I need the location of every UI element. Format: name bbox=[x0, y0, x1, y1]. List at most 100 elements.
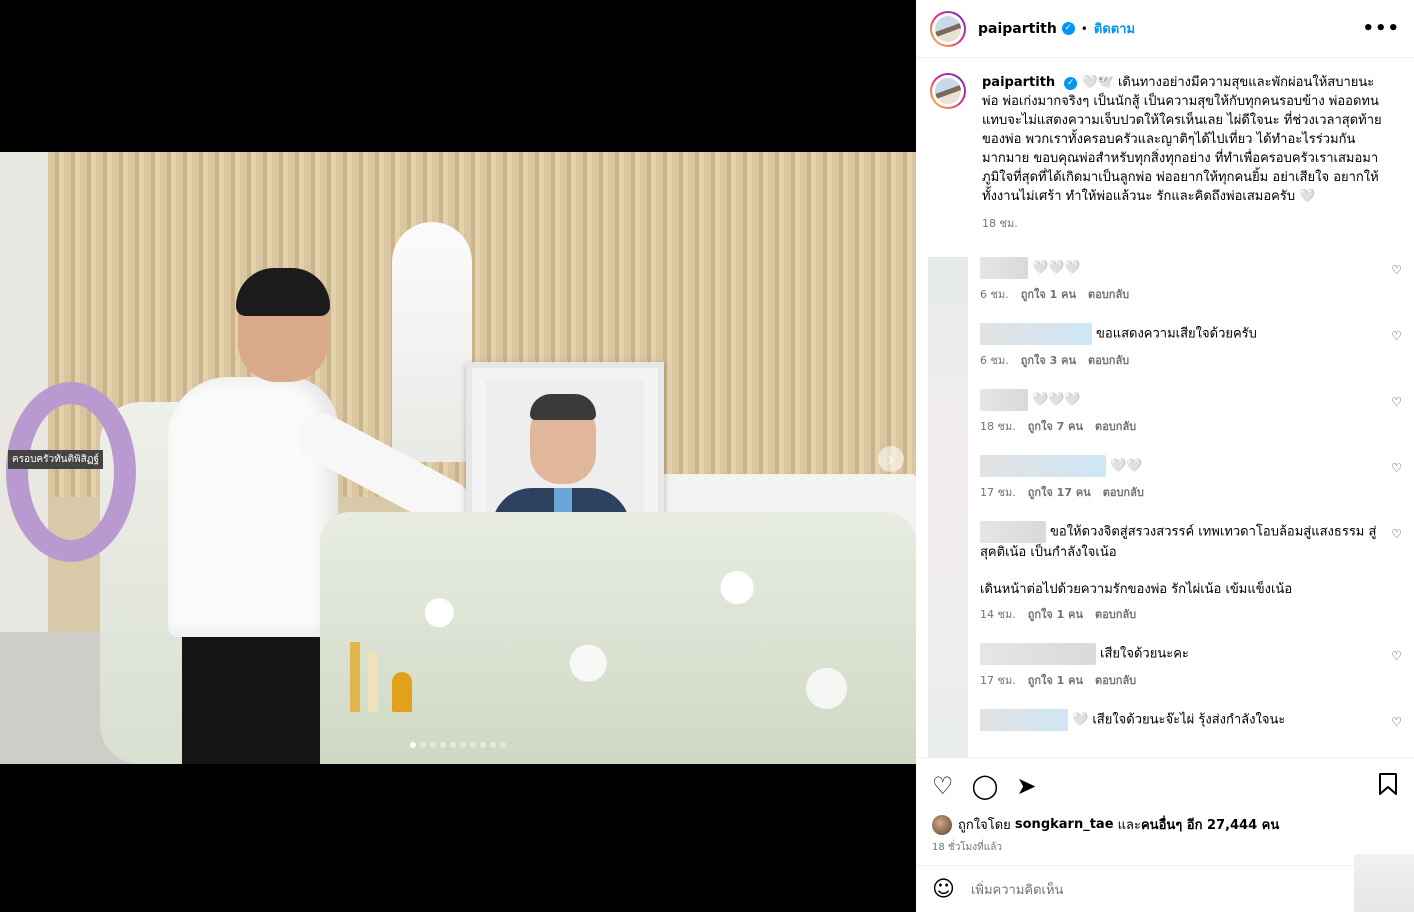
author-avatar[interactable] bbox=[930, 11, 966, 47]
blurred-username bbox=[980, 709, 1068, 731]
comment-likes[interactable]: ถูกใจ 3 คน bbox=[1021, 354, 1076, 367]
comment-like-heart-icon[interactable]: ♡ bbox=[1391, 461, 1402, 475]
comment-like-heart-icon[interactable]: ♡ bbox=[1391, 715, 1402, 729]
heart-icon[interactable]: ♡ bbox=[932, 774, 954, 798]
next-image-button[interactable]: › bbox=[878, 446, 904, 472]
likes-others[interactable]: คนอื่นๆ อีก 27,444 คน bbox=[1141, 814, 1279, 835]
comment-item: 🤍🤍 17 ชม. ถูกใจ 17 คน ตอบกลับ ♡ bbox=[916, 455, 1414, 501]
post-time[interactable]: 18 ชั่วโมงที่แล้ว bbox=[932, 840, 1002, 855]
comment-text-second: เดินหน้าต่อไปด้วยความรักของพ่อ รักไผ่เน้… bbox=[980, 582, 1293, 597]
likes-prefix: ถูกใจโดย bbox=[958, 818, 1011, 833]
share-icon[interactable]: ➤ bbox=[1016, 774, 1036, 798]
emoji-icon[interactable]: ☺ bbox=[932, 877, 955, 902]
comment-item: ขอให้ดวงจิตสู่สรวงสวรรค์ เทพเทวดาโอบล้อม… bbox=[916, 521, 1414, 623]
comment-like-heart-icon[interactable]: ♡ bbox=[1391, 263, 1402, 277]
comment-item: 🤍🤍🤍 18 ชม. ถูกใจ 7 คน ตอบกลับ ♡ bbox=[916, 389, 1414, 435]
flower-wreath bbox=[6, 382, 136, 562]
comment-time: 6 ชม. bbox=[980, 354, 1009, 367]
carousel-dot bbox=[440, 742, 446, 748]
carousel-dot bbox=[430, 742, 436, 748]
comment-text: 🤍🤍 bbox=[1110, 458, 1143, 474]
comment-like-heart-icon[interactable]: ♡ bbox=[1391, 649, 1402, 663]
carousel-dot bbox=[490, 742, 496, 748]
post-caption: paipartith ✓ 🤍🕊️ เดินทางอย่างมีความสุขแล… bbox=[916, 59, 1414, 233]
comment-text: เสียใจด้วยนะคะ bbox=[1100, 646, 1189, 662]
carousel-dot bbox=[480, 742, 486, 748]
comment-likes[interactable]: ถูกใจ 1 คน bbox=[1028, 608, 1083, 621]
caption-text: 🤍🕊️ เดินทางอย่างมีความสุขและพักผ่อนให้สบ… bbox=[982, 75, 1382, 204]
author-username[interactable]: paipartith bbox=[978, 21, 1057, 37]
comment-text: 🤍🤍🤍 bbox=[1032, 260, 1081, 276]
comment-list: 🤍🤍🤍 6 ชม. ถูกใจ 1 คน ตอบกลับ ♡ ขอแสดงความเ… bbox=[916, 257, 1414, 757]
comment-likes[interactable]: ถูกใจ 1 คน bbox=[1028, 674, 1083, 687]
more-options-icon[interactable]: ••• bbox=[1362, 18, 1400, 39]
action-bar: ♡ ◯ ➤ bbox=[916, 757, 1414, 813]
blurred-username bbox=[980, 455, 1106, 477]
blurred-username bbox=[980, 643, 1096, 665]
blurred-username bbox=[980, 521, 1046, 543]
add-comment-input[interactable]: เพิ่มความคิดเห็น bbox=[971, 879, 1064, 900]
reply-button[interactable]: ตอบกลับ bbox=[1095, 674, 1136, 687]
flower-arrangement-front bbox=[320, 512, 916, 764]
carousel-dot bbox=[410, 742, 416, 748]
comment-item: 🤍🤍🤍 6 ชม. ถูกใจ 1 คน ตอบกลับ ♡ bbox=[916, 257, 1414, 303]
reply-button[interactable]: ตอบกลับ bbox=[1095, 608, 1136, 621]
likes-middle: และ bbox=[1117, 818, 1141, 833]
carousel-dot bbox=[420, 742, 426, 748]
caption-username[interactable]: paipartith bbox=[982, 75, 1055, 90]
comment-text: ขอแสดงความเสียใจด้วยครับ bbox=[1096, 326, 1257, 342]
comment-like-heart-icon[interactable]: ♡ bbox=[1391, 527, 1402, 541]
candle bbox=[350, 642, 360, 712]
comment-time: 17 ชม. bbox=[980, 674, 1016, 687]
comment-time: 18 ชม. bbox=[980, 420, 1016, 433]
comment-likes[interactable]: ถูกใจ 17 คน bbox=[1028, 486, 1091, 499]
liker-username[interactable]: songkarn_tae bbox=[1015, 817, 1114, 832]
carousel-dot bbox=[470, 742, 476, 748]
comment-item: ขอแสดงความเสียใจด้วยครับ 6 ชม. ถูกใจ 3 คน… bbox=[916, 323, 1414, 369]
post-photo[interactable]: ครอบครัวทันติพิสิฏฐ์ bbox=[0, 152, 916, 764]
caption-avatar[interactable] bbox=[930, 73, 966, 109]
blurred-username bbox=[980, 257, 1028, 279]
post-side-panel: paipartith ✓ • ติดตาม ••• paipartith ✓ 🤍… bbox=[916, 0, 1414, 912]
shrine-ornament bbox=[392, 222, 472, 462]
verified-badge-icon: ✓ bbox=[1064, 77, 1078, 90]
comment-like-heart-icon[interactable]: ♡ bbox=[1391, 395, 1402, 409]
reply-button[interactable]: ตอบกลับ bbox=[1095, 420, 1136, 433]
person-trousers bbox=[182, 627, 332, 764]
chevron-right-icon: › bbox=[887, 448, 895, 470]
blurred-username bbox=[980, 389, 1028, 411]
separator: • bbox=[1080, 21, 1088, 36]
post-media: ครอบครัวทันติพิสิฏฐ์ › bbox=[0, 0, 916, 912]
comments-scroll-area[interactable]: paipartith ✓ 🤍🕊️ เดินทางอย่างมีความสุขแล… bbox=[916, 59, 1414, 757]
comment-likes[interactable]: ถูกใจ 7 คน bbox=[1028, 420, 1083, 433]
comment-likes[interactable]: ถูกใจ 1 คน bbox=[1021, 288, 1076, 301]
comment-item: เสียใจด้วยนะคะ 17 ชม. ถูกใจ 1 คน ตอบกลับ ♡ bbox=[916, 643, 1414, 689]
comment-like-heart-icon[interactable]: ♡ bbox=[1391, 329, 1402, 343]
carousel-dot bbox=[450, 742, 456, 748]
candle bbox=[368, 652, 378, 712]
carousel-indicator bbox=[410, 742, 506, 748]
post-button-area bbox=[1354, 854, 1414, 912]
verified-badge-icon: ✓ bbox=[1061, 22, 1075, 35]
carousel-dot bbox=[460, 742, 466, 748]
comment-time: 6 ชม. bbox=[980, 288, 1009, 301]
comment-text: 🤍 เสียใจด้วยนะจ๊ะไผ่ รุ้งส่งกำลังใจนะ bbox=[1072, 712, 1286, 728]
comment-time: 17 ชม. bbox=[980, 486, 1016, 499]
caption-time: 18 ชม. bbox=[982, 217, 1018, 230]
wreath-ribbon: ครอบครัวทันติพิสิฏฐ์ bbox=[8, 450, 103, 469]
liker-avatar[interactable] bbox=[932, 814, 952, 835]
carousel-dot bbox=[500, 742, 506, 748]
add-comment-bar: ☺ เพิ่มความคิดเห็น bbox=[916, 854, 1414, 912]
comment-icon[interactable]: ◯ bbox=[972, 774, 999, 798]
candle bbox=[392, 672, 412, 712]
reply-button[interactable]: ตอบกลับ bbox=[1103, 486, 1144, 499]
comment-item: 🤍 เสียใจด้วยนะจ๊ะไผ่ รุ้งส่งกำลังใจนะ ♡ bbox=[916, 709, 1414, 731]
bookmark-icon[interactable] bbox=[1378, 772, 1398, 800]
follow-button[interactable]: ติดตาม bbox=[1094, 18, 1135, 39]
likes-summary: ถูกใจโดย songkarn_tae และ คนอื่นๆ อีก 27,… bbox=[932, 814, 1279, 835]
reply-button[interactable]: ตอบกลับ bbox=[1088, 354, 1129, 367]
comment-time: 14 ชม. bbox=[980, 608, 1016, 621]
comment-text: 🤍🤍🤍 bbox=[1032, 392, 1081, 408]
blurred-username bbox=[980, 323, 1092, 345]
reply-button[interactable]: ตอบกลับ bbox=[1088, 288, 1129, 301]
